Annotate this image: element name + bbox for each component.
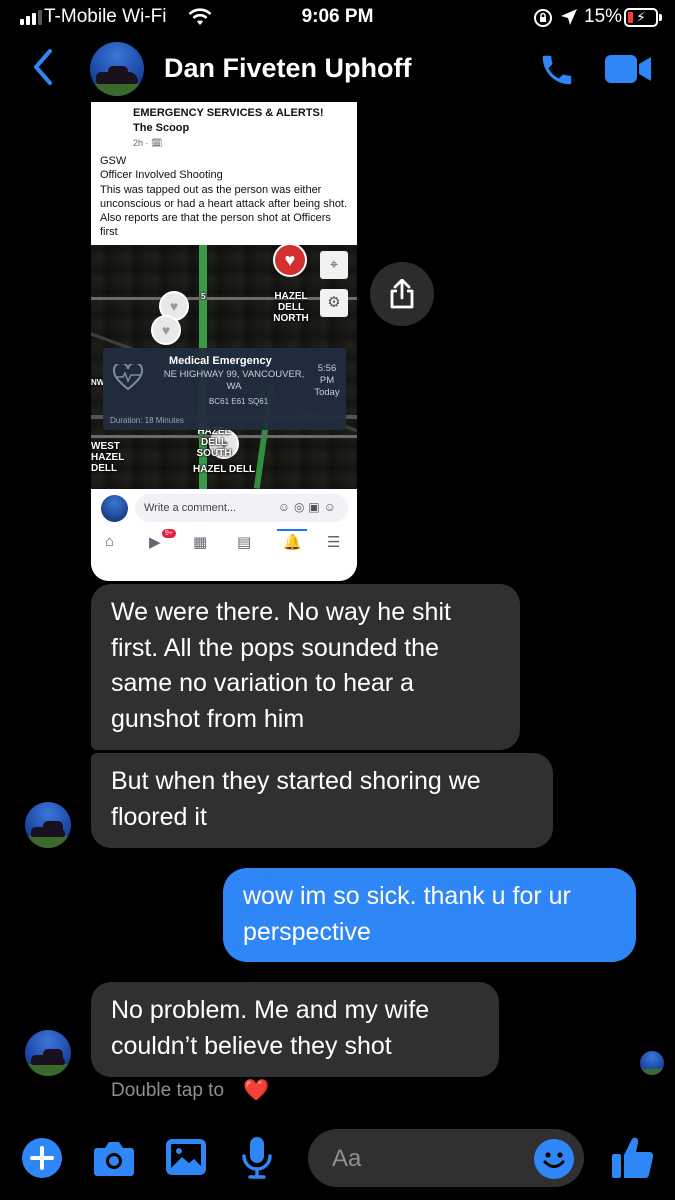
emoji-icon[interactable]: [534, 1139, 574, 1179]
status-bar: T-Mobile Wi-Fi 9:06 PM 15% ⚡: [0, 0, 675, 36]
emergency-heart-pin: ♥: [273, 245, 307, 277]
post-source: EMERGENCY SERVICES & ALERTS! The Scoop: [133, 107, 324, 134]
map-label: 5: [201, 292, 206, 301]
popup-title: Medical Emergency: [169, 355, 272, 367]
phone-icon[interactable]: [538, 51, 576, 89]
share-icon: [390, 279, 414, 309]
back-chevron-icon[interactable]: [32, 48, 54, 86]
thumbs-up-icon[interactable]: [610, 1134, 656, 1180]
contact-name[interactable]: Dan Fiveten Uphoff: [164, 53, 412, 84]
menu-icon: ☰: [327, 534, 341, 551]
contact-avatar[interactable]: [25, 802, 71, 848]
comment-tools-icon: ☺◎▣☺: [277, 500, 340, 514]
contact-avatar[interactable]: [90, 42, 144, 96]
contact-avatar[interactable]: [25, 1030, 71, 1076]
map-view: ♥ ♥ ♥ ♥ ⌖ ⚙ 5 HAZEL DELL NORTH NW HAZEL …: [91, 245, 357, 489]
popup-address: NE HIGHWAY 99, VANCOUVER, WA: [163, 369, 305, 392]
post-meta: 2h · 🗓: [133, 138, 163, 148]
video-camera-icon[interactable]: [604, 54, 652, 84]
camera-icon[interactable]: [93, 1139, 135, 1177]
message-composer: Aa: [0, 1120, 675, 1200]
reaction-hint: Double tap to: [111, 1080, 225, 1101]
share-button[interactable]: [370, 262, 434, 326]
read-receipt-avatar: [640, 1051, 664, 1075]
comment-input: Write a comment... ☺◎▣☺: [135, 494, 348, 522]
popup-time: 5:56 PM Today: [314, 363, 340, 398]
map-label: HAZEL DELL NORTH: [273, 291, 309, 324]
map-label: HAZEL DELL SOUTH: [196, 426, 232, 459]
location-arrow-icon: [561, 9, 577, 25]
map-label: HAZEL DELL: [193, 464, 256, 475]
plus-icon[interactable]: [22, 1138, 62, 1178]
facebook-comment-bar: Write a comment... ☺◎▣☺ ⌂ ▶ 9+ ▦ ▤ 🔔 ☰: [91, 489, 357, 581]
bell-icon: 🔔: [283, 534, 302, 551]
gallery-icon[interactable]: [165, 1138, 207, 1176]
microphone-icon[interactable]: [240, 1136, 274, 1180]
heart-icon: ❤️: [243, 1079, 270, 1102]
battery-percent: 15%: [584, 6, 623, 27]
marketplace-icon: ▦: [193, 534, 208, 551]
notification-badge: 9+: [162, 529, 176, 538]
avatar: [101, 495, 128, 522]
watch-icon: ▶: [149, 534, 161, 551]
incoming-message[interactable]: We were there. No way he shit first. All…: [91, 584, 520, 750]
map-label: WEST HAZEL DELL: [91, 441, 125, 474]
incident-popup: Medical Emergency NE HIGHWAY 99, VANCOUV…: [103, 348, 346, 430]
news-icon: ▤: [237, 534, 252, 551]
incoming-message[interactable]: No problem. Me and my wife couldn’t beli…: [91, 982, 499, 1077]
popup-duration: Duration: 18 Minutes: [110, 416, 184, 425]
outgoing-message[interactable]: wow im so sick. thank u for ur perspecti…: [223, 868, 636, 962]
home-icon: ⌂: [105, 533, 115, 550]
locate-icon: ⌖: [320, 251, 348, 279]
heart-pin: ♥: [151, 315, 181, 345]
conversation-header: Dan Fiveten Uphoff: [0, 36, 675, 104]
shared-image-message[interactable]: EMERGENCY SERVICES & ALERTS! The Scoop 2…: [91, 102, 357, 581]
rotation-lock-icon: [534, 9, 552, 27]
battery-icon: ⚡: [624, 8, 662, 27]
heart-ecg-icon: [113, 364, 143, 390]
facebook-nav: ⌂ ▶ 9+ ▦ ▤ 🔔 ☰: [91, 529, 357, 557]
incoming-message[interactable]: But when they started shoring we floored…: [91, 753, 553, 848]
popup-codes: BC61 E61 SQ61: [209, 397, 269, 406]
post-text: GSW Officer Involved Shooting This was t…: [100, 155, 348, 239]
settings-gear-icon: ⚙: [320, 289, 348, 317]
